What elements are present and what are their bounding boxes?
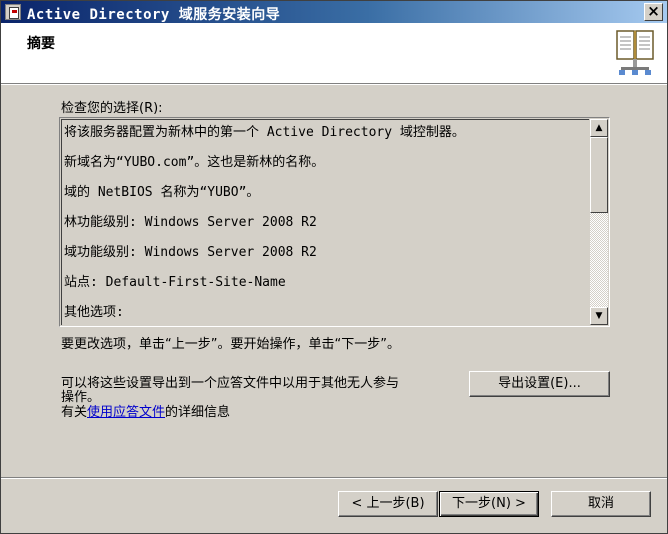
summary-line: 域功能级别: Windows Server 2008 R2 — [64, 245, 317, 260]
summary-line: 域的 NetBIOS 名称为“YUBO”。 — [64, 185, 260, 200]
footer-divider — [1, 477, 667, 479]
next-button[interactable]: 下一步(N) > — [439, 491, 539, 517]
more-info-suffix: 的详细信息 — [165, 405, 231, 420]
close-button[interactable]: × — [644, 3, 663, 21]
page-title: 摘要 — [27, 36, 55, 52]
vertical-scrollbar[interactable]: ▲ ▼ — [590, 119, 608, 325]
scroll-down-button[interactable]: ▼ — [590, 307, 608, 325]
export-description-line1: 可以将这些设置导出到一个应答文件中以用于其他无人参与 — [61, 376, 400, 391]
window-title: Active Directory 域服务安装向导 — [27, 7, 281, 23]
change-instructions: 要更改选项，单击“上一步”。要开始操作，单击“下一步”。 — [61, 337, 400, 352]
more-info-prefix: 有关 — [61, 405, 88, 420]
summary-textbox[interactable]: 将该服务器配置为新林中的第一个 Active Directory 域控制器。 新… — [59, 117, 610, 327]
scroll-thumb[interactable] — [590, 137, 608, 213]
summary-line: 林功能级别: Windows Server 2008 R2 — [64, 215, 317, 230]
summary-line: 站点: Default-First-Site-Name — [64, 275, 286, 290]
answer-file-help-link[interactable]: 使用应答文件 — [87, 405, 165, 420]
back-button[interactable]: < 上一步(B) — [338, 491, 438, 517]
summary-line: 其他选项: — [64, 305, 124, 320]
export-settings-button[interactable]: 导出设置(E)... — [469, 371, 610, 397]
review-label: 检查您的选择(R): — [61, 101, 163, 116]
more-info-text: 有关使用应答文件的详细信息 — [61, 401, 230, 420]
title-bar[interactable]: Active Directory 域服务安装向导 × — [1, 1, 667, 23]
summary-line: 新域名为“YUBO.com”。这也是新林的名称。 — [64, 155, 325, 170]
summary-content: 将该服务器配置为新林中的第一个 Active Directory 域控制器。 新… — [61, 119, 589, 325]
wizard-header: 摘要 — [1, 23, 667, 85]
cancel-button[interactable]: 取消 — [551, 491, 651, 517]
book-icon — [616, 30, 654, 75]
app-icon — [5, 4, 21, 20]
scroll-up-button[interactable]: ▲ — [590, 119, 608, 137]
wizard-window: Active Directory 域服务安装向导 × 摘要 检查您的选择(R):… — [0, 0, 668, 534]
summary-line: 将该服务器配置为新林中的第一个 Active Directory 域控制器。 — [64, 125, 465, 140]
